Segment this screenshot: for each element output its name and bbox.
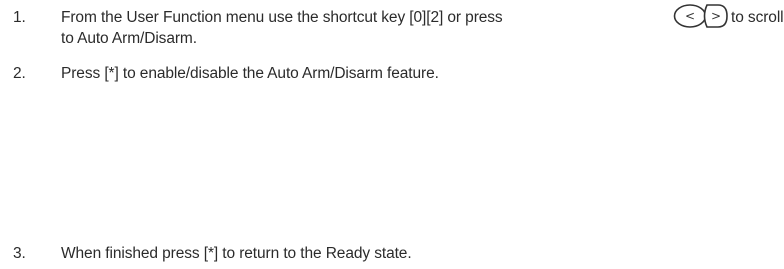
step-1-text-line1: From the User Function menu use the shor… [61, 9, 503, 26]
scroll-left-right-keys-icon: < > [673, 4, 728, 28]
step-3-text: When finished press [*] to return to the… [61, 245, 412, 262]
step-3-number: 3. [13, 245, 26, 262]
step-2-number: 2. [13, 65, 26, 82]
step-2-text: Press [*] to enable/disable the Auto Arm… [61, 65, 439, 82]
right-key-glyph: > [711, 9, 721, 23]
step-1-text-after-icon: to scroll [731, 9, 784, 26]
step-1-number: 1. [13, 9, 26, 26]
left-key-glyph: < [685, 9, 695, 23]
step-1-text-line2: to Auto Arm/Disarm. [61, 30, 197, 47]
